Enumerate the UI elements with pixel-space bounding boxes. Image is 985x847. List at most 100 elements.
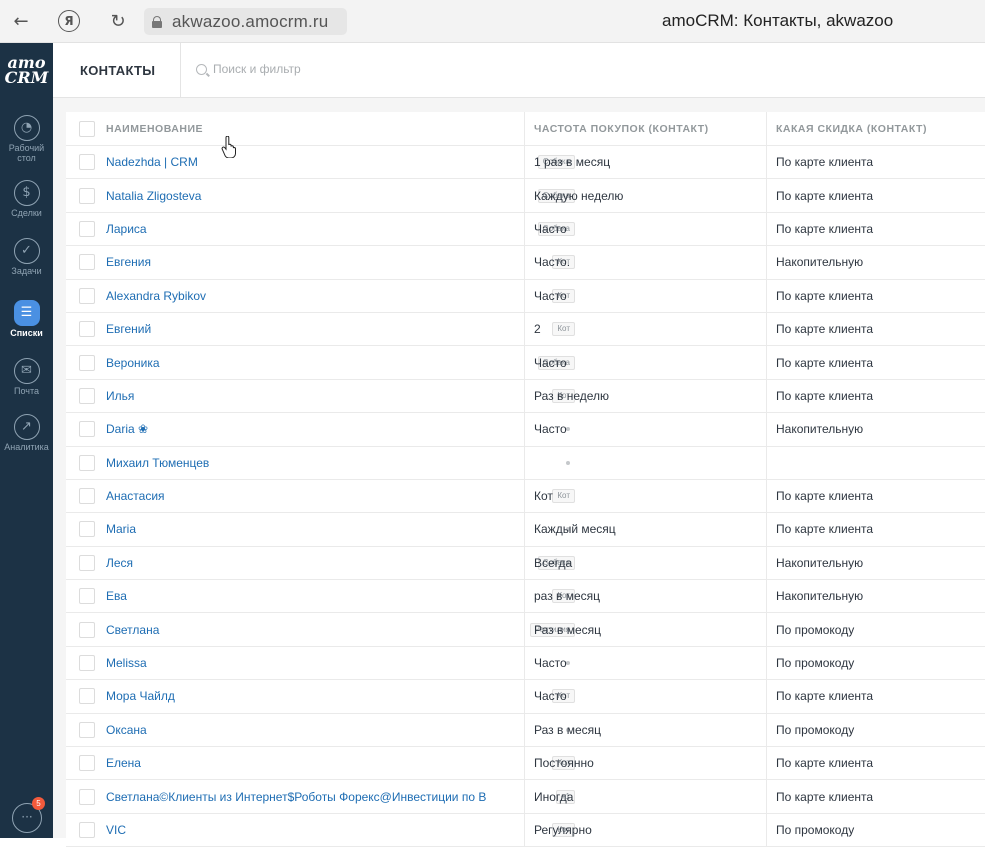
column-divider bbox=[766, 346, 767, 379]
row-checkbox[interactable] bbox=[79, 387, 95, 404]
row-checkbox[interactable] bbox=[79, 354, 95, 371]
table-row[interactable]: Melissa Часто По промокоду bbox=[66, 646, 985, 681]
table-row[interactable]: VIC Кот Регулярно По промокоду bbox=[66, 813, 985, 847]
column-divider bbox=[524, 780, 525, 813]
contact-name-link[interactable]: Оксана bbox=[106, 723, 526, 737]
table-row[interactable]: Елена Кот Постоянно По карте клиента bbox=[66, 747, 985, 781]
sidebar-item-tasks[interactable]: ✓ Задачи bbox=[0, 238, 53, 276]
table-row[interactable]: Анастасия Кот Кот По карте клиента bbox=[66, 479, 985, 514]
row-checkbox[interactable] bbox=[79, 721, 95, 738]
column-divider bbox=[766, 580, 767, 613]
purchase-frequency-cell: Часто bbox=[534, 355, 567, 370]
column-header-discount[interactable]: КАКАЯ СКИДКА (КОНТАКТ) bbox=[776, 123, 985, 135]
contact-name-link[interactable]: Мора Чайлд bbox=[106, 689, 526, 703]
contact-name-link[interactable]: Melissa bbox=[106, 656, 526, 670]
contact-name-link[interactable]: Илья bbox=[106, 389, 526, 403]
hand-cursor-icon bbox=[221, 136, 236, 158]
table-row[interactable]: Михаил Тюменцев bbox=[66, 446, 985, 480]
row-checkbox[interactable] bbox=[79, 287, 95, 304]
header-divider bbox=[180, 43, 181, 98]
contact-name-link[interactable]: Леся bbox=[106, 556, 526, 570]
contact-name-link[interactable]: Михаил Тюменцев bbox=[106, 456, 526, 470]
contact-name-link[interactable]: Ева bbox=[106, 589, 526, 603]
column-header-frequency[interactable]: ЧАСТОТА ПОКУПОК (КОНТАКТ) bbox=[534, 123, 769, 135]
table-body: Nadezhda | CRM Собака 1 раз в месяц По карт… bbox=[66, 146, 985, 847]
table-row[interactable]: Мора Чайлд Кот Часто По карте клиента bbox=[66, 680, 985, 714]
row-checkbox[interactable] bbox=[79, 588, 95, 605]
contact-name-link[interactable]: Светлана bbox=[106, 623, 526, 637]
address-bar[interactable]: akwazoo.amocrm.ru bbox=[144, 8, 347, 35]
row-checkbox[interactable] bbox=[79, 421, 95, 438]
row-checkbox[interactable] bbox=[79, 454, 95, 471]
row-checkbox[interactable] bbox=[79, 655, 95, 672]
contact-name-link[interactable]: Nadezhda | CRM bbox=[106, 155, 526, 169]
row-checkbox[interactable] bbox=[79, 254, 95, 271]
row-checkbox[interactable] bbox=[79, 788, 95, 805]
table-row[interactable]: Оксана Раз в месяц По промокоду bbox=[66, 713, 985, 748]
row-checkbox[interactable] bbox=[79, 220, 95, 237]
table-row[interactable]: Nadezhda | CRM Собака 1 раз в месяц По карт… bbox=[66, 146, 985, 180]
search-filter[interactable] bbox=[196, 62, 463, 76]
table-row[interactable]: Илья Кот Раз в неделю По карте клиента bbox=[66, 379, 985, 414]
table-row[interactable]: Евгений Кот 2 По карте клиента bbox=[66, 312, 985, 347]
row-checkbox[interactable] bbox=[79, 621, 95, 638]
purchase-frequency-cell: Часто. bbox=[534, 255, 571, 270]
row-checkbox[interactable] bbox=[79, 688, 95, 705]
table-row[interactable]: Daria ❀ Часто Накопительную bbox=[66, 413, 985, 447]
discount-cell: По промокоду bbox=[776, 622, 855, 637]
amocrm-logo[interactable]: amo CRM bbox=[0, 55, 53, 86]
sidebar-item-analytics[interactable]: ↗ Аналитика bbox=[0, 414, 53, 452]
table-row[interactable]: Светлана©Клиенты из Интернет$Роботы Форе… bbox=[66, 780, 985, 814]
discount-cell: По карте клиента bbox=[776, 155, 874, 170]
sidebar-item-deals[interactable]: $ Сделки bbox=[0, 180, 53, 218]
tab-title: amoCRM: Контакты, akwazoo bbox=[662, 11, 894, 30]
purchase-frequency-cell: Часто bbox=[534, 656, 567, 671]
row-checkbox[interactable] bbox=[79, 488, 95, 505]
purchase-frequency-cell: Иногда bbox=[534, 789, 574, 804]
row-checkbox[interactable] bbox=[79, 755, 95, 772]
sidebar-item-dashboard[interactable]: ◔ Рабочий стол bbox=[0, 115, 53, 163]
select-all-checkbox[interactable] bbox=[79, 120, 95, 137]
chat-icon: ··· bbox=[21, 810, 33, 824]
contact-name-link[interactable]: Евгения bbox=[106, 255, 526, 269]
table-row[interactable]: Леся Собака Всегда Накопительную bbox=[66, 546, 985, 581]
row-checkbox[interactable] bbox=[79, 822, 95, 838]
column-divider bbox=[766, 413, 767, 446]
yandex-icon[interactable]: Я bbox=[58, 10, 80, 32]
column-header-name[interactable]: НАИМЕНОВАНИЕ bbox=[106, 123, 526, 135]
contact-name-link[interactable]: Лариса bbox=[106, 222, 526, 236]
reload-icon[interactable]: ↻ bbox=[108, 11, 128, 32]
table-row[interactable]: Евгения Кот Часто. Накопительную bbox=[66, 246, 985, 280]
back-arrow-icon[interactable]: ← bbox=[11, 11, 31, 32]
table-row[interactable]: Ева Кот раз в месяц Накопительную bbox=[66, 580, 985, 614]
contact-name-link[interactable]: VIC bbox=[106, 823, 526, 837]
contact-name-link[interactable]: Елена bbox=[106, 756, 526, 770]
purchase-frequency-cell: 1 раз в месяц bbox=[534, 155, 611, 170]
sidebar-item-mail[interactable]: ✉ Почта bbox=[0, 358, 53, 396]
table-row[interactable]: Alexandra Rybikov Кот Часто По карте клиент… bbox=[66, 279, 985, 313]
column-divider bbox=[524, 446, 525, 479]
table-row[interactable]: Лариса Собака Часто По карте клиента bbox=[66, 212, 985, 247]
row-checkbox[interactable] bbox=[79, 521, 95, 538]
contact-name-link[interactable]: Maria bbox=[106, 522, 526, 536]
contact-name-link[interactable]: Вероника bbox=[106, 356, 526, 370]
table-row[interactable]: Светлана Рептилия Раз в месяц По промокоду bbox=[66, 613, 985, 647]
contact-name-link[interactable]: Natalia Zligosteva bbox=[106, 189, 526, 203]
contact-name-link[interactable]: Alexandra Rybikov bbox=[106, 289, 526, 303]
table-row[interactable]: Maria Каждый месяц По карте клиента bbox=[66, 513, 985, 547]
row-checkbox[interactable] bbox=[79, 554, 95, 571]
sidebar-item-lists[interactable]: ☰ Списки bbox=[0, 300, 53, 338]
contact-name-link[interactable]: Евгений bbox=[106, 322, 526, 336]
chat-button[interactable]: ··· 5 bbox=[12, 797, 45, 833]
table-row[interactable]: Natalia Zligosteva Собака Каждую неделю По … bbox=[66, 179, 985, 213]
contact-name-link[interactable]: Светлана©Клиенты из Интернет$Роботы Форе… bbox=[106, 790, 526, 804]
contact-name-link[interactable]: Daria ❀ bbox=[106, 422, 526, 436]
contact-name-link[interactable]: Анастасия bbox=[106, 489, 526, 503]
lock-icon bbox=[152, 15, 162, 28]
row-checkbox[interactable] bbox=[79, 154, 95, 171]
row-checkbox[interactable] bbox=[79, 321, 95, 338]
table-row[interactable]: Вероника Собака Часто По карте клиента bbox=[66, 346, 985, 380]
purchase-frequency-cell: Часто bbox=[534, 689, 567, 704]
search-input[interactable] bbox=[213, 62, 463, 76]
row-checkbox[interactable] bbox=[79, 187, 95, 204]
